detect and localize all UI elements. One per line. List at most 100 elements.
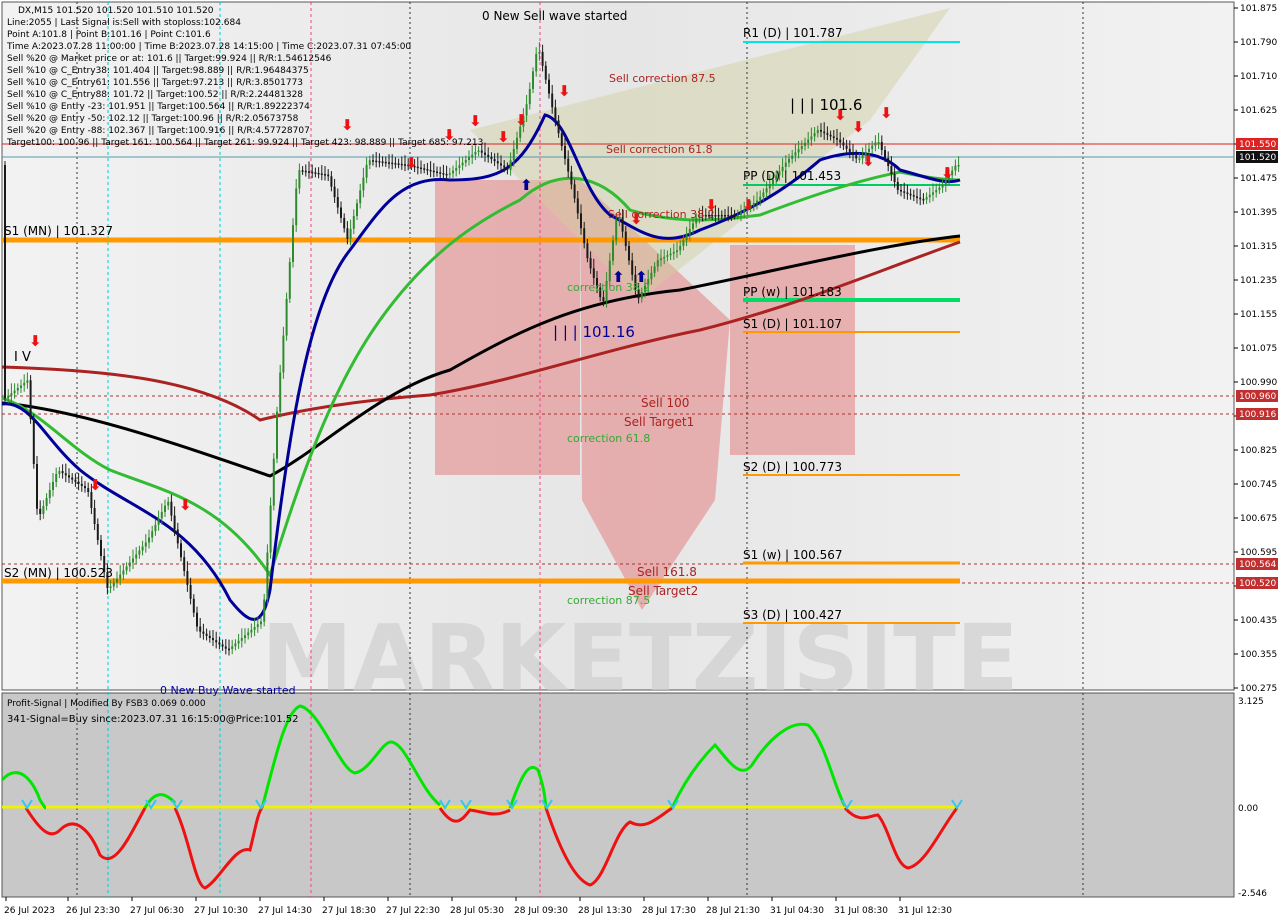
candle-body (935, 189, 938, 193)
sell-arrow-icon: ⬇ (941, 164, 954, 182)
candle-body (900, 190, 902, 192)
candle-body (455, 168, 458, 171)
candle-body (186, 571, 189, 585)
candle-body (279, 372, 282, 412)
candle-body (272, 458, 275, 506)
candle-body (93, 508, 96, 524)
candle-body (912, 195, 915, 197)
candle-body (160, 512, 163, 519)
candle-body (583, 228, 586, 244)
candle-body (77, 481, 80, 484)
candle-body (464, 160, 467, 163)
pp-w-label: PP (w) | 101.183 (743, 285, 842, 299)
time-axis-label: 31 Jul 12:30 (898, 906, 952, 916)
candle-body (154, 524, 157, 532)
candle-body (340, 207, 342, 218)
candle-body (624, 231, 627, 246)
candle-body (820, 130, 822, 132)
candle-body (16, 388, 19, 391)
sell-arrow-icon: ⬇ (179, 496, 192, 514)
candle-body (720, 215, 723, 217)
candle-body (848, 148, 851, 152)
candle-body (922, 198, 925, 201)
candle-body (586, 243, 589, 259)
candle-body (631, 260, 634, 275)
s3-d-label: S3 (D) | 100.427 (743, 608, 842, 622)
candle-body (100, 540, 102, 556)
candle-body (45, 498, 48, 506)
candle-body (132, 558, 134, 563)
candle-body (874, 142, 877, 146)
candle-body (916, 196, 918, 198)
candle-body (535, 53, 538, 72)
candle-body (240, 638, 243, 641)
candle-body (61, 471, 64, 474)
candle-body (7, 395, 10, 399)
candle-body (804, 142, 806, 146)
candle-body (493, 159, 496, 162)
time-axis-label: 28 Jul 05:30 (450, 906, 504, 916)
candle-body (55, 474, 58, 482)
candle-body (260, 621, 262, 625)
candle-body (26, 380, 29, 383)
candle-body (954, 165, 957, 171)
candle-body (208, 635, 211, 638)
price-axis-label: 101.710 (1240, 72, 1277, 82)
candle-body (589, 258, 592, 269)
candle-body (36, 464, 38, 509)
candle-body (477, 150, 480, 153)
candle-body (957, 165, 960, 167)
candle-body (877, 142, 880, 144)
candle-body (148, 537, 150, 543)
candle-body (484, 152, 486, 155)
price-axis-label: 100.825 (1240, 446, 1277, 456)
candle-body (676, 250, 678, 252)
candle-body (717, 215, 720, 217)
candle-body (928, 194, 931, 198)
candle-body (266, 552, 269, 600)
candle-body (263, 599, 266, 622)
candle-body (810, 136, 813, 140)
candle-body (432, 170, 435, 173)
price-axis: 101.875 101.790 101.710 101.625 101.550 101.4… (1234, 4, 1277, 694)
indicator-signal-line: 341-Signal=Buy since:2023.07.31 16:15:00… (7, 714, 299, 725)
candle-body (836, 138, 838, 140)
sell-correction-382-label: Sell correction 38.2 (608, 208, 715, 221)
candle-body (119, 574, 122, 579)
chart-canvas[interactable]: MARKETZISITE ⬇ ⬇ ⬇ ⬇ ⬇ ⬇ ⬇ ⬇ ⬇ ⬇ ⬇ ⬇ ⬇ ⬇… (0, 0, 1280, 920)
candle-body (343, 217, 346, 229)
candle-body (925, 197, 928, 200)
candle-body (941, 185, 944, 188)
candle-body (791, 155, 794, 159)
sell-arrow-icon: ⬇ (29, 332, 42, 350)
candle-body (884, 150, 886, 158)
candle-body (560, 133, 563, 146)
candle-body (375, 160, 378, 163)
price-axis-label: 100.275 (1240, 684, 1277, 694)
candle-body (663, 256, 666, 259)
candle-body (608, 260, 611, 281)
price-axis-label: 101.155 (1240, 310, 1277, 320)
time-axis-label: 28 Jul 13:30 (578, 906, 632, 916)
candle-body (164, 505, 166, 512)
r1-d-label: R1 (D) | 101.787 (743, 26, 843, 40)
candle-body (173, 515, 176, 530)
time-axis-label: 27 Jul 10:30 (194, 906, 248, 916)
candle-body (567, 158, 570, 172)
sell-arrow-icon: ⬇ (852, 118, 865, 136)
correction-382-label: correction 38.2 (567, 281, 650, 294)
candle-body (317, 172, 320, 175)
candle-body (736, 215, 739, 217)
sell-target2-label: Sell Target2 (628, 584, 698, 598)
candle-body (349, 228, 352, 239)
candle-body (23, 382, 26, 386)
candle-body (196, 612, 198, 627)
candle-body (580, 213, 582, 229)
candle-body (788, 158, 790, 163)
time-axis-label: 31 Jul 04:30 (770, 906, 824, 916)
candle-body (330, 176, 333, 187)
candle-body (48, 490, 51, 498)
candle-body (480, 150, 483, 153)
candle-body (845, 145, 848, 149)
candle-body (362, 177, 365, 191)
